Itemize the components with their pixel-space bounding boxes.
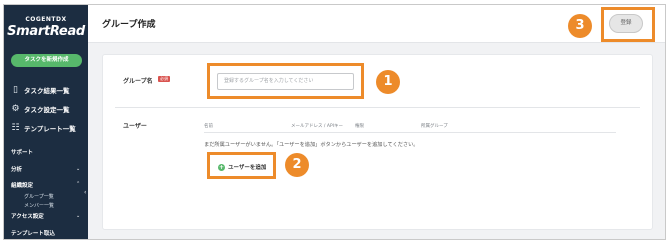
callout-badge-1: 1 bbox=[376, 70, 400, 94]
callout-highlight-group-name bbox=[207, 63, 364, 99]
sidebar-item-admin[interactable]: 組織設定 bbox=[11, 181, 33, 189]
empty-users-message: まだ所属ユーザーがいません。「ユーザーを追加」ボタンからユーザーを追加してくださ… bbox=[204, 142, 419, 148]
sidebar-item-task-settings[interactable]: ⚙ タスク設定一覧 bbox=[11, 104, 70, 114]
user-label: ユーザー bbox=[123, 123, 147, 130]
chevron-up-icon[interactable]: ⌃ bbox=[76, 181, 80, 187]
callout-badge-2: 2 bbox=[285, 153, 309, 177]
sidebar: COGENTDX SmartRead タスクを新規作成 ▯ タスク結果一覧 ⚙ … bbox=[4, 5, 88, 239]
new-task-button[interactable]: タスクを新規作成 bbox=[11, 54, 82, 67]
sidebar-item-templates[interactable]: ☷ テンプレート一覧 bbox=[11, 123, 76, 133]
sidebar-item-label: テンプレート一覧 bbox=[24, 125, 76, 133]
chevron-down-icon[interactable]: ⌄ bbox=[76, 166, 80, 172]
collapse-sidebar-icon[interactable]: ‹ bbox=[84, 189, 86, 196]
page-title: グループ作成 bbox=[102, 20, 156, 30]
callout-badge-3: 3 bbox=[568, 14, 592, 38]
gear-doc-icon: ⚙ bbox=[11, 104, 20, 114]
brand-logo: SmartRead bbox=[7, 24, 85, 39]
document-icon: ▯ bbox=[13, 85, 18, 95]
chevron-down-icon[interactable]: ⌄ bbox=[76, 213, 80, 219]
sidebar-item-member-list[interactable]: メンバー一覧 bbox=[24, 202, 54, 209]
divider bbox=[115, 107, 640, 108]
sidebar-item-task-results[interactable]: ▯ タスク結果一覧 bbox=[11, 85, 70, 95]
sidebar-item-template-import[interactable]: テンプレート取込 bbox=[11, 229, 55, 237]
sidebar-item-label: タスク結果一覧 bbox=[24, 87, 70, 95]
callout-highlight-add-user bbox=[207, 152, 276, 179]
column-header-name: 名前 bbox=[204, 124, 213, 129]
callout-highlight-register bbox=[601, 7, 655, 42]
required-badge: 必須 bbox=[158, 76, 170, 82]
column-header-role: 権限 bbox=[355, 124, 364, 129]
app-window: COGENTDX SmartRead タスクを新規作成 ▯ タスク結果一覧 ⚙ … bbox=[3, 4, 666, 240]
sidebar-item-group-list[interactable]: グループ一覧 bbox=[24, 193, 54, 200]
sidebar-item-support[interactable]: サポート bbox=[11, 148, 33, 156]
table-header-divider bbox=[204, 132, 616, 133]
sidebar-item-label: タスク設定一覧 bbox=[24, 106, 70, 114]
column-header-email: メールアドレス / APIキー bbox=[291, 124, 343, 129]
group-name-label: グループ名 bbox=[123, 78, 153, 85]
column-header-groups: 所属グループ bbox=[421, 124, 448, 129]
sidebar-item-access[interactable]: アクセス設定 bbox=[11, 212, 44, 220]
template-icon: ☷ bbox=[11, 123, 20, 133]
brand-company: COGENTDX bbox=[25, 16, 67, 23]
sidebar-item-analysis[interactable]: 分析 bbox=[11, 165, 22, 173]
